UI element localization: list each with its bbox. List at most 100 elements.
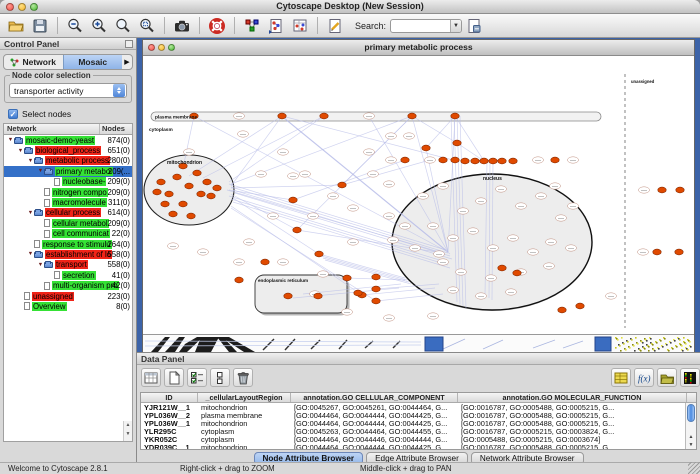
import-table-icon[interactable] [611, 368, 631, 387]
network-window-titlebar[interactable]: primary metabolic process [143, 40, 694, 56]
network-node-selected[interactable] [187, 213, 195, 219]
select-nodes-checkbox[interactable]: ✓ [8, 109, 18, 119]
table-scrollbar[interactable]: ▲▼ [685, 403, 696, 449]
network-node-selected[interactable] [213, 185, 221, 191]
tree-row[interactable]: ▼response to stimulu264(0) [4, 239, 132, 249]
zoom-fit-icon[interactable] [111, 15, 135, 36]
network-node-selected[interactable] [193, 170, 201, 176]
network-node-selected[interactable] [451, 113, 459, 119]
open-icon[interactable] [4, 15, 28, 36]
network-node-selected[interactable] [179, 201, 187, 207]
network-node-selected[interactable] [161, 201, 169, 207]
network-node-selected[interactable] [509, 158, 517, 164]
disclosure-triangle-icon[interactable]: ▼ [7, 137, 14, 143]
network-node-selected[interactable] [165, 191, 173, 197]
tree-row[interactable]: ▼establishment of lo558(0) [4, 249, 132, 259]
network-node-selected[interactable] [471, 158, 479, 164]
function-builder-icon[interactable]: f(x) [634, 368, 654, 387]
tree-row[interactable]: ▼nitrogen compo209(0) [4, 187, 132, 197]
tree-row[interactable]: ▼unassigned223(0) [4, 291, 132, 301]
network-node-selected[interactable] [153, 189, 161, 195]
help-icon[interactable] [205, 15, 229, 36]
disclosure-triangle-icon[interactable]: ▼ [27, 251, 34, 257]
network-node-selected[interactable] [354, 290, 362, 296]
heatmap-icon[interactable] [680, 368, 700, 387]
network-node-selected[interactable] [314, 293, 322, 299]
tree-row[interactable]: ▼Overview8(0) [4, 301, 132, 311]
tree-row[interactable]: ▼cellular process614(0) [4, 208, 132, 218]
tree-row[interactable]: ▼biological_process651(0) [4, 145, 132, 155]
network-node-selected[interactable] [401, 157, 409, 163]
tree-row[interactable]: ▼macromolecule311(0) [4, 197, 132, 207]
network-node-selected[interactable] [558, 307, 566, 313]
network-node-selected[interactable] [489, 158, 497, 164]
tree-row[interactable]: ▼primary metabol209(... [4, 166, 132, 176]
network-node-selected[interactable] [498, 158, 506, 164]
network-node-selected[interactable] [185, 183, 193, 189]
tree-row[interactable]: ▼cell communicat22(0) [4, 229, 132, 239]
network-node-selected[interactable] [173, 174, 181, 180]
network-node-selected[interactable] [453, 140, 461, 146]
search-dropdown-arrow-icon[interactable]: ▼ [450, 20, 461, 32]
network-node-selected[interactable] [284, 293, 292, 299]
column-header[interactable]: _cellularLayoutRegion [198, 393, 291, 402]
disclosure-triangle-icon[interactable]: ▼ [27, 158, 34, 164]
network-node-selected[interactable] [197, 191, 205, 197]
new-attribute-icon[interactable] [164, 368, 184, 387]
network-node-selected[interactable] [203, 179, 211, 185]
annotations-icon[interactable] [323, 15, 347, 36]
network-node-selected[interactable] [408, 113, 416, 119]
network-node-selected[interactable] [422, 145, 430, 151]
resize-grip[interactable] [688, 462, 700, 474]
network-node-selected[interactable] [675, 249, 683, 255]
network-node-selected[interactable] [551, 157, 559, 163]
network-node-selected[interactable] [513, 270, 521, 276]
network-overview-strip[interactable] [143, 334, 694, 352]
column-header[interactable]: annotation.GO MOLECULAR_FUNCTION [458, 393, 687, 402]
network-node-selected[interactable] [658, 187, 666, 193]
zoom-out-icon[interactable] [63, 15, 87, 36]
network-node-selected[interactable] [653, 249, 661, 255]
network-node-selected[interactable] [461, 158, 469, 164]
select-attributes-icon[interactable] [187, 368, 207, 387]
open-attr-folder-icon[interactable] [657, 368, 677, 387]
tree-row[interactable]: ▼secretion41(0) [4, 270, 132, 280]
network-node-selected[interactable] [235, 277, 243, 283]
import-network-file-icon[interactable] [264, 15, 288, 36]
network-node-selected[interactable] [451, 157, 459, 163]
network-node-selected[interactable] [169, 211, 177, 217]
snapshot-icon[interactable] [170, 15, 194, 36]
disclosure-triangle-icon[interactable]: ▼ [27, 210, 34, 216]
network-canvas[interactable]: plasma membranecytoplasmmitochondrionnuc… [143, 56, 694, 334]
network-node-selected[interactable] [261, 259, 269, 265]
network-node-selected[interactable] [372, 274, 380, 280]
tab-network[interactable]: Network [4, 55, 63, 69]
scrollbar-arrows-icon[interactable]: ▲▼ [686, 433, 696, 449]
network-node-selected[interactable] [278, 113, 286, 119]
attribute-grid-icon[interactable] [141, 368, 161, 387]
network-node-selected[interactable] [343, 275, 351, 281]
float-panel-icon[interactable] [125, 40, 133, 48]
vizmapper-icon[interactable] [240, 15, 264, 36]
network-node-selected[interactable] [157, 179, 165, 185]
search-input[interactable] [391, 21, 450, 30]
disclosure-triangle-icon[interactable]: ▼ [37, 262, 44, 268]
network-node-selected[interactable] [676, 187, 684, 193]
attribute-batch-icon[interactable] [210, 368, 230, 387]
disclosure-triangle-icon[interactable]: ▼ [37, 168, 44, 174]
search-settings-icon[interactable] [462, 15, 486, 36]
column-header[interactable]: annotation.GO CELLULAR_COMPONENT [291, 393, 458, 402]
search-combobox[interactable]: ▼ [390, 19, 462, 33]
network-node-selected[interactable] [576, 303, 584, 309]
network-node-selected[interactable] [372, 286, 380, 292]
network-node-selected[interactable] [289, 197, 297, 203]
tree-row[interactable]: ▼multi-organism pro42(0) [4, 280, 132, 290]
import-network-table-icon[interactable] [288, 15, 312, 36]
network-node-selected[interactable] [338, 182, 346, 188]
tree-row[interactable]: ▼mosaic-demo-yeast874(0) [4, 135, 132, 145]
tree-row[interactable]: ▼metabolic process280(0) [4, 156, 132, 166]
delete-attribute-icon[interactable] [233, 368, 253, 387]
network-node-selected[interactable] [207, 193, 215, 199]
tree-row[interactable]: ▼cellular metabol209(0) [4, 218, 132, 228]
network-node-selected[interactable] [320, 113, 328, 119]
